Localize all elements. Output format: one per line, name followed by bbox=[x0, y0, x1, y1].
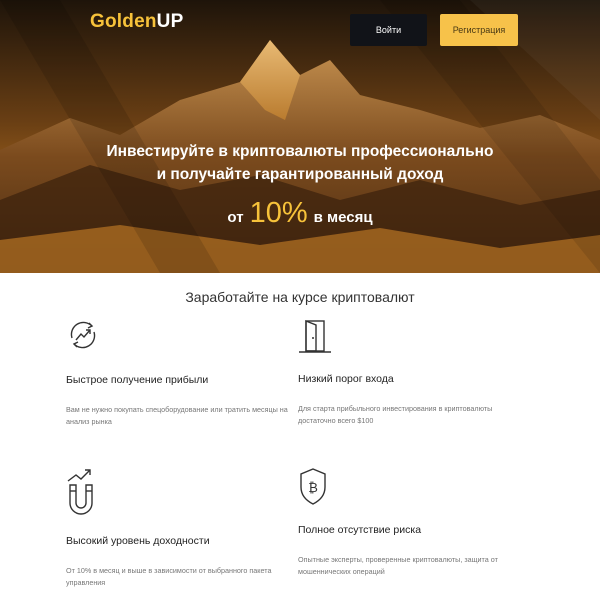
feature-desc: Опытные эксперты, проверенные криптовалю… bbox=[298, 555, 498, 576]
feature-desc: Вам не нужно покупать спецоборудование и… bbox=[66, 405, 288, 426]
bitcoin-shield-icon: ₿ bbox=[300, 468, 326, 505]
rate-prefix: от bbox=[227, 209, 244, 226]
hero-rate: от 10% в месяц bbox=[0, 197, 600, 230]
feature-desc: Для старта прибыльного инвестирования в … bbox=[298, 404, 493, 425]
register-button[interactable]: Регистрация bbox=[440, 14, 518, 46]
feature-title: Высокий уровень доходности bbox=[66, 535, 210, 547]
feature-title: Низкий порог входа bbox=[298, 373, 394, 385]
login-button[interactable]: Войти bbox=[350, 14, 427, 46]
refresh-growth-icon bbox=[70, 321, 96, 349]
hero-banner: GoldenUP Войти Регистрация Инвестируйте … bbox=[0, 0, 600, 273]
hero-headline-line1: Инвестируйте в криптовалюты профессионал… bbox=[106, 143, 494, 160]
rate-value: 10% bbox=[249, 197, 308, 229]
section-title: Заработайте на курсе криптовалют bbox=[185, 289, 415, 305]
magnet-growth-icon bbox=[67, 469, 93, 515]
door-icon bbox=[299, 319, 331, 353]
rate-suffix: в месяц bbox=[313, 209, 373, 226]
feature-title: Полное отсутствие риска bbox=[298, 524, 422, 536]
hero-headline-line2: и получайте гарантированный доход bbox=[156, 166, 444, 183]
svg-text:₿: ₿ bbox=[308, 480, 318, 495]
logo[interactable]: GoldenUP bbox=[90, 11, 183, 33]
feature-desc: От 10% в месяц и выше в зависимости от в… bbox=[66, 566, 272, 587]
feature-title: Быстрое получение прибыли bbox=[66, 374, 209, 386]
